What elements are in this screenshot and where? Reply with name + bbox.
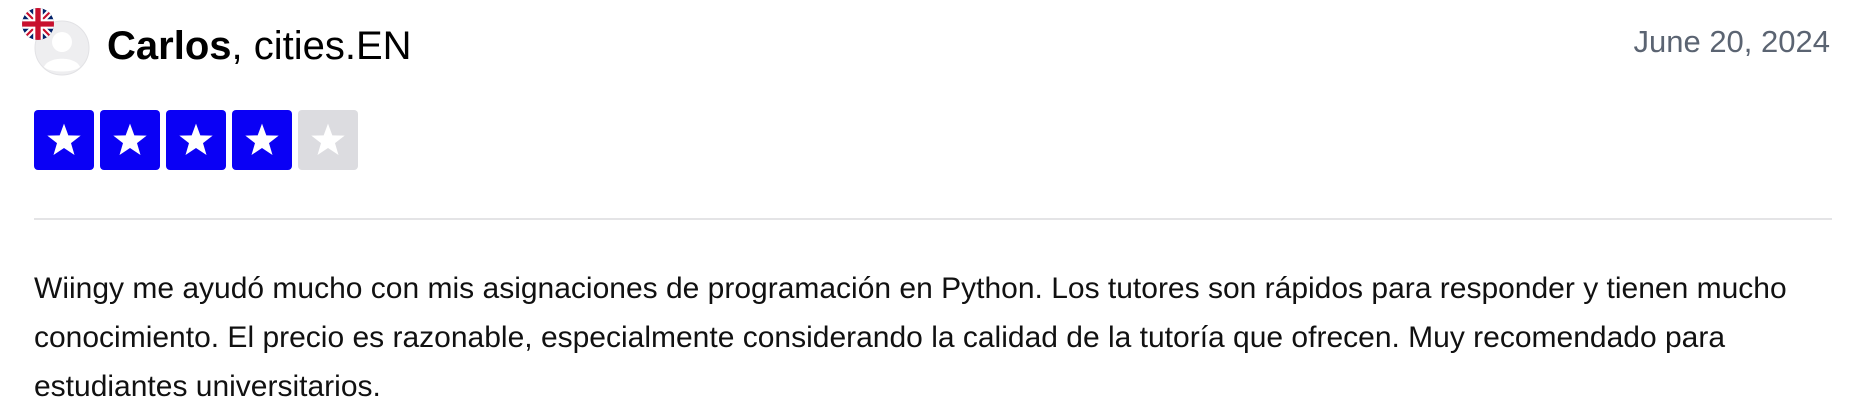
reviewer-location: cities.EN bbox=[253, 24, 412, 68]
review-text: Wiingy me ayudó mucho con mis asignacion… bbox=[34, 272, 1787, 403]
divider bbox=[34, 218, 1832, 220]
reviewer-name[interactable]: Carlos bbox=[107, 24, 232, 68]
star-icon bbox=[113, 123, 147, 155]
uk-flag-icon bbox=[22, 8, 54, 40]
star-empty bbox=[298, 110, 358, 170]
review-date: June 20, 2024 bbox=[1633, 24, 1830, 59]
star-icon bbox=[47, 123, 81, 155]
star-rating bbox=[34, 110, 358, 170]
reviewer-separator: , bbox=[231, 24, 254, 68]
star-icon bbox=[179, 123, 213, 155]
star-icon bbox=[311, 123, 345, 155]
star-icon bbox=[245, 123, 279, 155]
star-filled bbox=[100, 110, 160, 170]
star-filled bbox=[232, 110, 292, 170]
star-filled bbox=[166, 110, 226, 170]
star-filled bbox=[34, 110, 94, 170]
review-card: Carlos, cities.EN June 20, 2024 Wiingy m… bbox=[0, 0, 1852, 414]
reviewer-info: Carlos, cities.EN bbox=[107, 20, 412, 72]
